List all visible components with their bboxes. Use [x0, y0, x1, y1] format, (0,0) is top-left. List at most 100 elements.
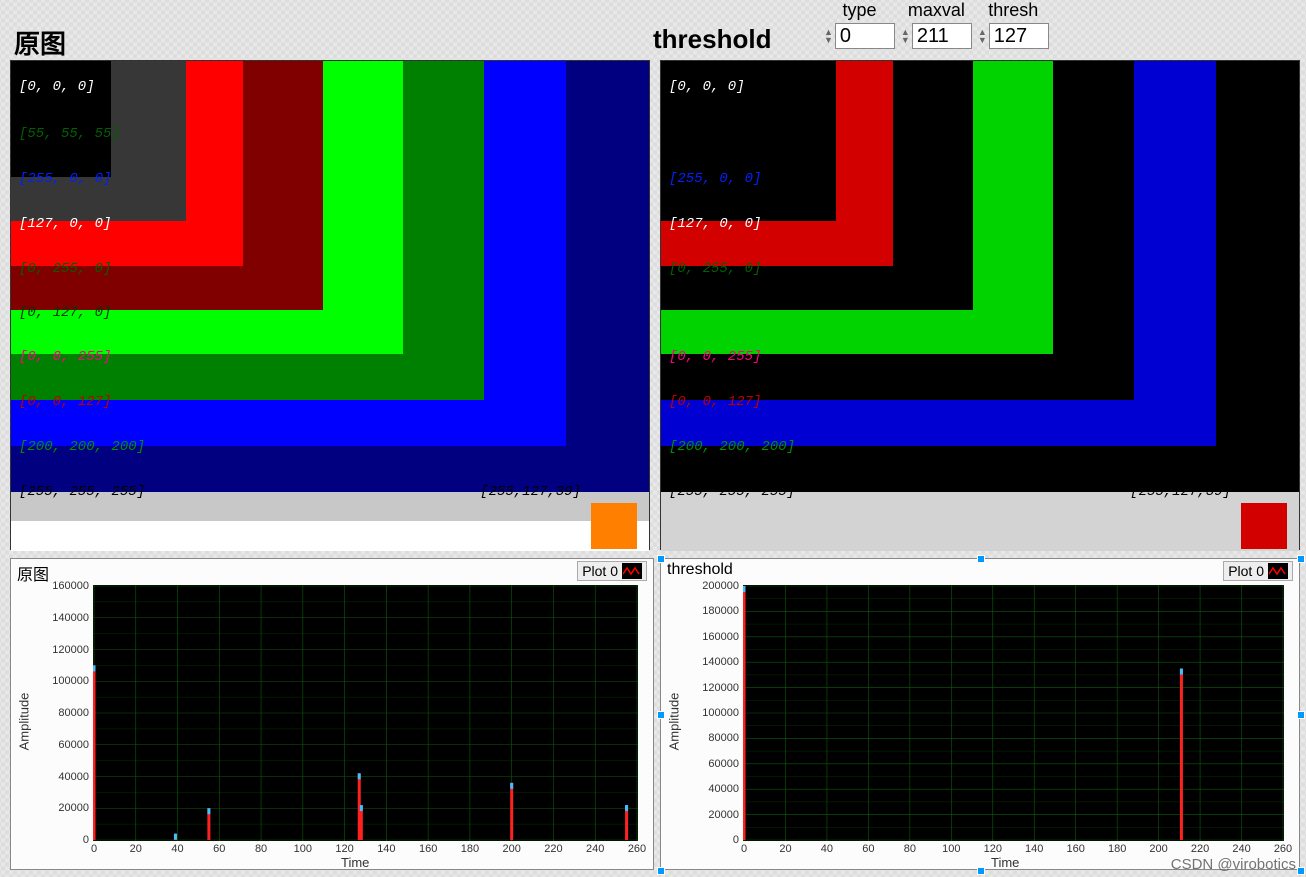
right-image-panel[interactable]: [0, 0, 0] [255, 0, 0] [127, 0, 0] [0, 255, …	[660, 60, 1300, 550]
x-tick: 260	[1271, 843, 1295, 855]
left-plot-legend[interactable]: Plot 0	[577, 561, 647, 581]
x-tick: 20	[124, 843, 148, 855]
x-tick: 180	[458, 843, 482, 855]
x-tick: 120	[981, 843, 1005, 855]
param-thresh-spin[interactable]: ▲▼	[978, 28, 987, 44]
param-maxval-spin[interactable]: ▲▼	[901, 28, 910, 44]
right-image-title: threshold	[653, 24, 771, 55]
param-maxval-input[interactable]	[912, 23, 972, 49]
resize-handle[interactable]	[1297, 711, 1305, 719]
x-tick: 160	[1064, 843, 1088, 855]
param-thresh-label: thresh	[988, 0, 1038, 21]
right-plot-legend-label: Plot 0	[1228, 563, 1264, 579]
y-tick: 60000	[691, 758, 739, 770]
x-tick: 60	[856, 843, 880, 855]
pixel-value-label: [0, 255, 0]	[669, 261, 761, 277]
x-tick: 60	[207, 843, 231, 855]
plot-legend-swatch	[1268, 563, 1288, 579]
left-plot-panel[interactable]: 原图 Plot 0 Amplitude Time 020000400006000…	[10, 558, 654, 870]
x-tick: 80	[249, 843, 273, 855]
right-plot-title: threshold	[667, 561, 733, 579]
left-plot-legend-label: Plot 0	[582, 563, 618, 579]
y-tick: 20000	[41, 802, 89, 814]
resize-handle[interactable]	[977, 867, 985, 875]
resize-handle[interactable]	[1297, 555, 1305, 563]
left-image-panel[interactable]: [0, 0, 0][55, 55, 55][255, 0, 0][127, 0,…	[10, 60, 650, 550]
left-image-title: 原图	[14, 24, 66, 61]
y-tick: 100000	[41, 675, 89, 687]
y-tick: 60000	[41, 739, 89, 751]
x-tick: 40	[166, 843, 190, 855]
x-tick: 0	[732, 843, 756, 855]
pixel-value-label: [255, 0, 0]	[669, 171, 761, 187]
pixel-value-label: [200, 200, 200]	[669, 439, 795, 455]
y-tick: 80000	[691, 732, 739, 744]
param-type: type ▲▼	[824, 0, 895, 49]
left-plot-ylabel: Amplitude	[16, 693, 31, 751]
right-plot-xlabel: Time	[991, 855, 1019, 870]
resize-handle[interactable]	[657, 711, 665, 719]
y-tick: 40000	[691, 783, 739, 795]
pixel-value-label: [0, 0, 0]	[669, 79, 745, 95]
plot-legend-swatch	[622, 563, 642, 579]
x-tick: 120	[333, 843, 357, 855]
y-tick: 140000	[691, 656, 739, 668]
y-tick: 200000	[691, 580, 739, 592]
param-type-label: type	[842, 0, 876, 21]
y-tick: 180000	[691, 605, 739, 617]
x-tick: 160	[416, 843, 440, 855]
pixel-value-label: [0, 0, 255]	[19, 349, 111, 365]
right-plot-panel[interactable]: threshold Plot 0 Amplitude Time 02000040…	[660, 558, 1300, 870]
x-tick: 100	[939, 843, 963, 855]
param-maxval: maxval ▲▼	[901, 0, 972, 49]
x-tick: 40	[815, 843, 839, 855]
color-block	[1241, 503, 1287, 549]
param-thresh: thresh ▲▼	[978, 0, 1049, 49]
x-tick: 200	[500, 843, 524, 855]
x-tick: 240	[583, 843, 607, 855]
param-thresh-input[interactable]	[989, 23, 1049, 49]
pixel-value-label: [200, 200, 200]	[19, 439, 145, 455]
resize-handle[interactable]	[1297, 867, 1305, 875]
x-tick: 220	[541, 843, 565, 855]
right-plot-area	[743, 585, 1284, 841]
pixel-value-label: [255,127,39]	[480, 484, 581, 500]
pixel-value-label: [255, 255, 255]	[669, 484, 795, 500]
y-tick: 120000	[41, 644, 89, 656]
y-tick: 100000	[691, 707, 739, 719]
y-tick: 160000	[691, 631, 739, 643]
pixel-value-label: [0, 0, 127]	[669, 394, 761, 410]
x-tick: 220	[1188, 843, 1212, 855]
y-tick: 80000	[41, 707, 89, 719]
resize-handle[interactable]	[657, 555, 665, 563]
x-tick: 140	[1022, 843, 1046, 855]
resize-handle[interactable]	[977, 555, 985, 563]
pixel-value-label: [127, 0, 0]	[19, 216, 111, 232]
param-type-spin[interactable]: ▲▼	[824, 28, 833, 44]
param-maxval-label: maxval	[908, 0, 965, 21]
right-plot-legend[interactable]: Plot 0	[1223, 561, 1293, 581]
x-tick: 240	[1230, 843, 1254, 855]
y-tick: 120000	[691, 682, 739, 694]
color-block	[661, 521, 1299, 551]
y-tick: 160000	[41, 580, 89, 592]
x-tick: 140	[374, 843, 398, 855]
param-type-input[interactable]	[835, 23, 895, 49]
left-plot-area	[93, 585, 638, 841]
color-block	[591, 503, 637, 549]
pixel-value-label: [0, 127, 0]	[19, 305, 111, 321]
left-plot-xlabel: Time	[341, 855, 369, 870]
pixel-value-label: [127, 0, 0]	[669, 216, 761, 232]
x-tick: 100	[291, 843, 315, 855]
params-row: type ▲▼ maxval ▲▼ thresh ▲▼	[824, 0, 1049, 49]
y-tick: 140000	[41, 612, 89, 624]
color-block	[11, 521, 649, 551]
pixel-value-label: [255,127,39]	[1130, 484, 1231, 500]
right-plot-ylabel: Amplitude	[666, 693, 681, 751]
pixel-value-label: [0, 255, 0]	[19, 261, 111, 277]
x-tick: 200	[1147, 843, 1171, 855]
resize-handle[interactable]	[657, 867, 665, 875]
x-tick: 20	[773, 843, 797, 855]
pixel-value-label: [255, 0, 0]	[19, 171, 111, 187]
pixel-value-label: [255, 255, 255]	[19, 484, 145, 500]
